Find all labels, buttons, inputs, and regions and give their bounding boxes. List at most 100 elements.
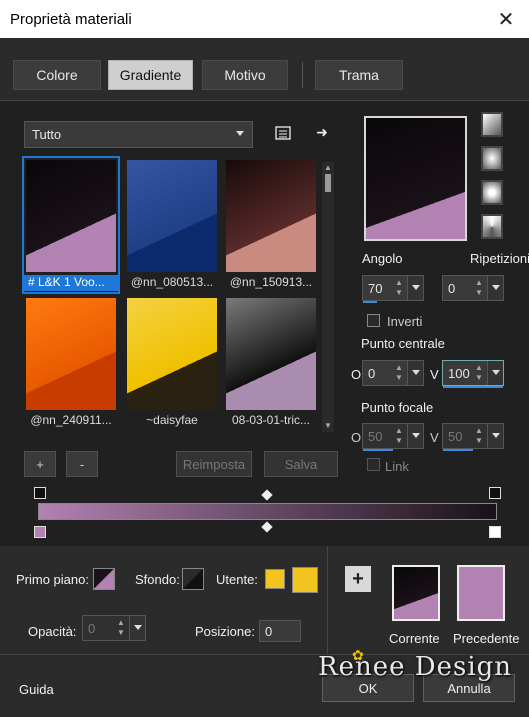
gradient-bar[interactable] [38,503,497,520]
angle-label: Angolo [362,251,403,266]
gradient-swatch[interactable]: 08-03-01-tric... [224,296,318,430]
focal-v-level-bar [443,449,473,451]
center-v-level-bar [443,386,503,388]
focal-o-dropdown[interactable] [407,424,423,448]
spin-arrows-icon[interactable]: ▲ ▼ [115,618,127,638]
list-icon [275,126,291,140]
tab-colore[interactable]: Colore [13,60,101,90]
top-left-stop[interactable] [34,487,46,499]
opacity-input[interactable]: 0 ▲ ▼ [82,615,146,641]
remove-gradient-button[interactable]: - [66,451,98,477]
close-icon: ✕ [497,8,515,31]
repeats-dropdown[interactable] [487,276,503,300]
spin-arrows-icon[interactable]: ▲ ▼ [393,426,405,446]
rectangular-style-button[interactable] [481,146,503,171]
current-color-box[interactable] [392,565,440,621]
position-input[interactable]: 0 [259,620,301,642]
swatch-thumbnail [226,298,316,410]
focal-v-input[interactable]: 50 ▲ ▼ [442,423,504,451]
swatch-thumbnail [226,160,316,272]
gradient-swatch[interactable]: ~daisyfae [125,296,219,430]
swatch-label: # L&K 1 Voo... [24,275,118,291]
tab-gradiente[interactable]: Gradiente [108,60,193,90]
bottom-left-stop[interactable] [34,526,46,538]
focal-o-label: O [351,430,362,445]
repeats-value: 0 [448,280,456,296]
spin-arrows-icon[interactable]: ▲ ▼ [393,363,405,383]
gradient-swatch[interactable]: @nn_080513... [125,158,219,292]
previous-label: Precedente [453,631,520,646]
close-button[interactable]: ✕ [483,0,529,38]
tab-motivo[interactable]: Motivo [202,60,288,90]
swatch-scrollbar[interactable]: ▲ ▼ [322,162,334,432]
user-color-swatch-large[interactable] [292,567,318,593]
invert-checkbox[interactable] [367,314,380,327]
focal-o-input[interactable]: 50 ▲ ▼ [362,423,424,451]
gradient-swatch[interactable]: @nn_150913... [224,158,318,292]
tab-trama[interactable]: Trama [315,60,403,90]
export-button[interactable]: ➜ [311,121,333,143]
library-options-button[interactable] [272,122,294,144]
gradient-preview[interactable] [364,116,467,241]
title-bar: Proprietà materiali ✕ [0,0,529,38]
angle-dropdown[interactable] [407,276,423,300]
help-link[interactable]: Guida [19,682,54,697]
swatch-label: @nn_240911... [30,413,112,427]
center-o-value: 0 [368,365,376,381]
opacity-label: Opacità: [28,624,77,639]
swatch-thumbnail [127,298,217,410]
radial-style-button[interactable] [481,180,503,205]
center-v-input[interactable]: 100 ▲ ▼ [442,360,504,388]
focal-v-dropdown[interactable] [487,424,503,448]
linear-style-button[interactable] [481,112,503,137]
background-swatch[interactable] [182,568,204,590]
spin-arrows-icon[interactable]: ▲ ▼ [393,278,405,298]
repeats-label: Ripetizioni [470,251,529,266]
bottom-right-stop[interactable] [489,526,501,538]
opacity-dropdown[interactable] [129,616,145,640]
center-o-dropdown[interactable] [407,361,423,385]
foreground-swatch[interactable] [93,568,115,590]
center-point-label: Punto centrale [361,336,445,351]
arrow-right-icon: ➜ [316,123,328,140]
focal-v-label: V [430,430,439,445]
sunburst-style-button[interactable] [481,214,503,239]
swatch-label: @nn_080513... [130,275,214,289]
save-gradient-button[interactable]: Salva [264,451,338,477]
spin-arrows-icon[interactable]: ▲ ▼ [473,426,485,446]
center-v-dropdown[interactable] [487,361,503,385]
butterfly-icon: ✿ [352,647,364,663]
center-o-input[interactable]: 0 ▲ ▼ [362,360,424,386]
user-color-swatch[interactable] [265,569,285,589]
swatch-thumbnail [127,160,217,272]
reset-button[interactable]: Reimposta [176,451,252,477]
scroll-up-icon[interactable]: ▲ [322,162,334,174]
gradient-swatch[interactable]: @nn_240911... [24,296,118,430]
add-swatch-button[interactable]: + [345,566,371,592]
position-value: 0 [265,623,273,639]
angle-value: 70 [368,280,383,296]
focal-o-level-bar [363,449,393,451]
spin-arrows-icon[interactable]: ▲ ▼ [473,278,485,298]
repeats-input[interactable]: 0 ▲ ▼ [442,275,504,301]
focal-o-value: 50 [368,428,383,444]
add-gradient-button[interactable]: + [24,451,56,477]
watermark-logo: Renee Design [318,652,513,682]
category-dropdown[interactable]: Tutto [24,121,253,148]
gradient-swatch[interactable]: # L&K 1 Voo... [22,156,120,294]
current-label: Corrente [389,631,440,646]
scroll-thumb[interactable] [325,174,331,192]
previous-color-box[interactable] [457,565,505,621]
link-checkbox[interactable] [367,458,380,471]
top-right-stop[interactable] [489,487,501,499]
center-v-value: 100 [448,365,470,381]
swatch-label: 08-03-01-tric... [231,413,311,427]
scroll-down-icon[interactable]: ▼ [322,420,334,432]
spin-arrows-icon[interactable]: ▲ ▼ [473,363,485,383]
opacity-value: 0 [88,620,96,636]
plus-icon: + [352,567,364,590]
foreground-label: Primo piano: [16,572,89,587]
swatch-thumbnail [26,160,116,272]
angle-input[interactable]: 70 ▲ ▼ [362,275,424,303]
window-title: Proprietà materiali [10,11,132,28]
